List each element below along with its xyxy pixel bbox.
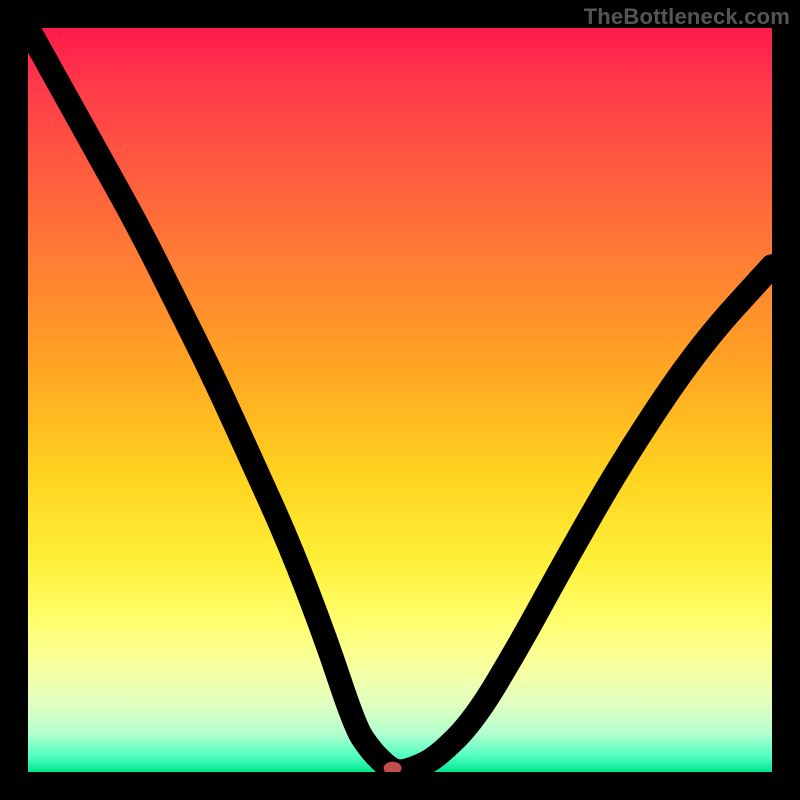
bottleneck-curve — [28, 28, 772, 771]
plot-area — [28, 28, 772, 772]
plot-svg — [28, 28, 772, 772]
chart-frame: TheBottleneck.com — [0, 0, 800, 800]
watermark-text: TheBottleneck.com — [584, 4, 790, 30]
